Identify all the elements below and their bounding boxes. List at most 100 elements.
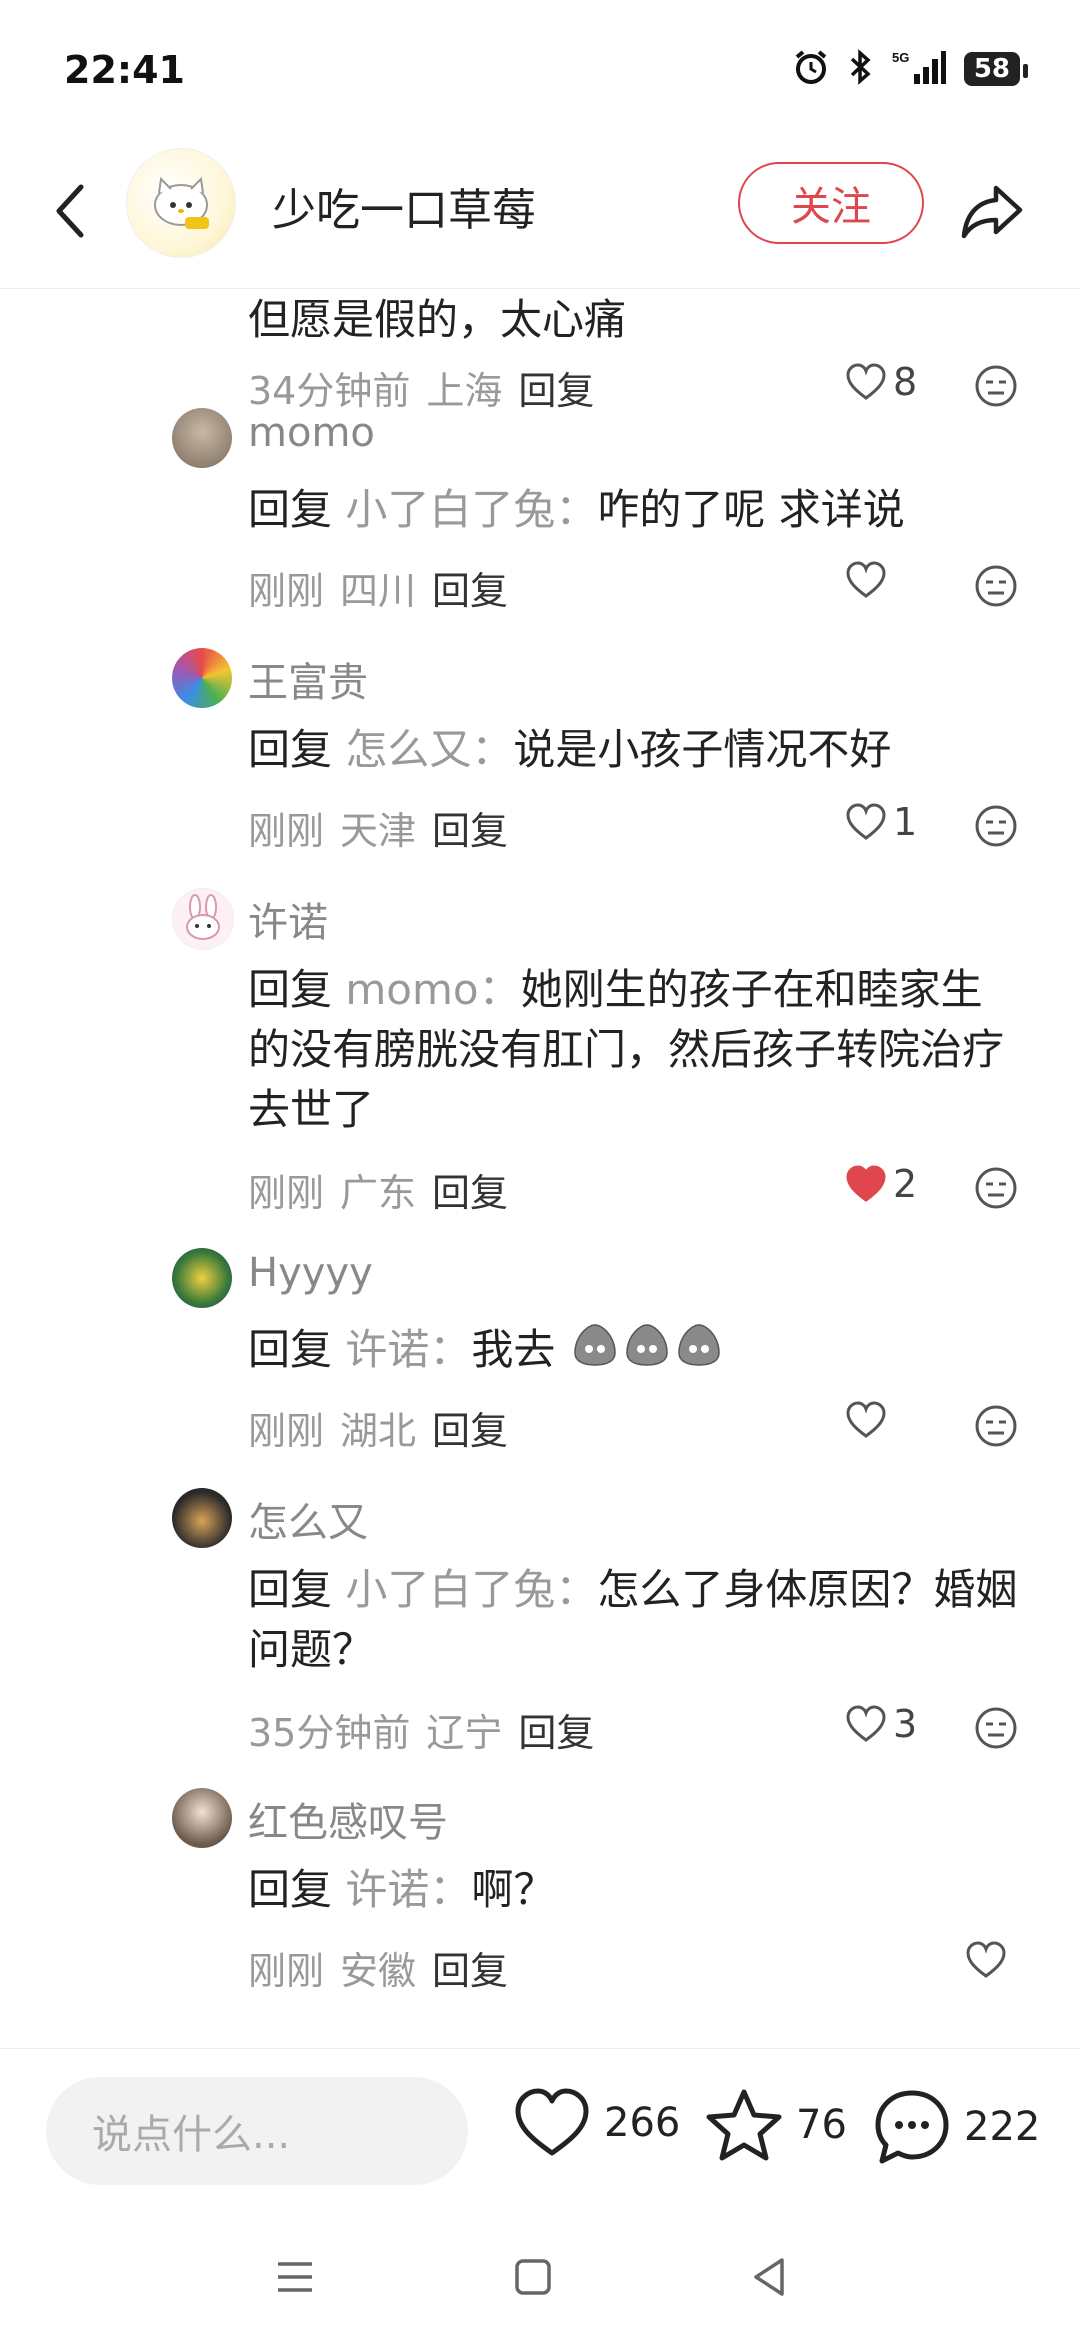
status-bar: 22:41 5G 58 [0,0,1080,140]
like-button[interactable]: 8 [845,360,917,404]
dislike-button[interactable] [974,1166,1018,1210]
share-icon [961,185,1023,239]
comment-meta: 刚刚 天津 回复 [248,800,508,855]
heart-icon [846,1401,886,1438]
like-button[interactable] [965,1940,1013,1980]
network-label: 5G [892,50,909,65]
post-comment-button[interactable]: 222 [872,2087,1040,2167]
avatar[interactable] [172,648,232,708]
avatar[interactable] [172,1488,232,1548]
comment-time: 34分钟前 [248,369,411,413]
reply-target[interactable]: 许诺： [345,1325,471,1374]
reply-button[interactable]: 回复 [432,560,508,615]
chevron-left-icon [56,184,84,238]
reply-target[interactable]: momo： [345,965,520,1014]
comment-location: 辽宁 [426,1711,503,1755]
page-title: 少吃一口草莓 [272,185,536,236]
dislike-button[interactable] [974,804,1018,848]
dislike-button[interactable] [974,364,1018,408]
comment-input[interactable]: 说点什么... [46,2077,468,2185]
back-button[interactable] [40,176,100,246]
commenter-name[interactable]: 红色感叹号 [248,1790,448,1848]
comment-meta: 刚刚 安徽 回复 [248,1940,508,1995]
comment-time: 刚刚 [248,1171,325,1215]
commenter-name[interactable]: 怎么又 [248,1490,368,1548]
system-nav-bar [0,2208,1080,2344]
comment-body: 回复 小了白了兔：怎么了身体原因？婚姻问题？ [248,1560,1018,1680]
post-like-count: 266 [604,2100,681,2146]
comment-location: 安徽 [340,1949,417,1993]
home-nav-button[interactable] [510,2254,556,2300]
avatar[interactable] [172,888,234,950]
post-like-button[interactable]: 266 [512,2087,680,2159]
post-comment-count: 222 [964,2104,1041,2150]
comment-meta: 刚刚 湖北 回复 [248,1400,508,1455]
reply-button[interactable]: 回复 [432,1162,508,1217]
reply-button[interactable]: 回复 [518,360,594,415]
comment-meta: 刚刚 广东 回复 [248,1162,508,1217]
comment-text: 啊？ [471,1865,556,1914]
back-triangle-icon [754,2258,784,2296]
reply-target[interactable]: 小了白了兔： [345,1565,597,1614]
avatar[interactable] [172,1788,232,1848]
heart-icon [846,363,886,400]
comment-location: 上海 [426,369,503,413]
back-nav-button[interactable] [746,2254,792,2300]
reply-prefix: 回复 [248,725,333,774]
commenter-name[interactable]: 王富贵 [248,650,368,708]
home-square-icon [515,2259,551,2295]
like-button[interactable]: 1 [845,800,917,844]
like-button[interactable] [845,1400,893,1440]
bluetooth-icon [848,48,874,90]
heart-icon [515,2088,589,2156]
avatar[interactable] [172,1248,232,1308]
reply-target[interactable]: 怎么又： [345,725,513,774]
star-icon [706,2089,782,2161]
reply-button[interactable]: 回复 [432,800,508,855]
dislike-button[interactable] [974,1706,1018,1750]
author-avatar[interactable] [126,148,236,258]
follow-button[interactable]: 关注 [738,162,924,244]
share-button[interactable] [956,174,1028,246]
comment-time: 刚刚 [248,809,325,853]
meh-face-icon [975,1707,1017,1749]
comment-time: 刚刚 [248,569,325,613]
header: 少吃一口草莓 关注 [0,140,1080,289]
reply-target[interactable]: 许诺： [345,1865,471,1914]
like-button[interactable]: 2 [845,1162,917,1206]
reply-button[interactable]: 回复 [518,1702,594,1757]
like-button[interactable] [845,560,893,600]
reply-target[interactable]: 小了白了兔： [345,485,597,534]
like-button[interactable]: 3 [845,1702,917,1746]
heart-icon [846,561,886,598]
comment-body: 回复 许诺：啊？ [248,1860,1018,1920]
signal-icon: 5G [892,48,946,90]
menu-nav-button[interactable] [272,2254,318,2300]
status-time: 22:41 [64,48,185,92]
comment-time: 刚刚 [248,1949,325,1993]
comment-time: 35分钟前 [248,1711,411,1755]
heart-icon [846,803,886,840]
dislike-button[interactable] [974,1404,1018,1448]
comment-body: 回复 怎么又：说是小孩子情况不好 [248,720,1018,780]
meh-face-icon [975,365,1017,407]
post-star-button[interactable]: 76 [704,2087,847,2163]
commenter-name[interactable]: momo [248,410,375,456]
comment-text: 我去 [471,1325,556,1374]
comment-location: 湖北 [340,1409,417,1453]
reply-prefix: 回复 [248,1565,333,1614]
menu-icon [278,2262,312,2292]
comment-list[interactable]: 但愿是假的，太心痛 34分钟前 上海 回复 8 momo 回复 小了白了兔：咋的… [0,288,1080,2048]
meh-face-icon [975,565,1017,607]
heart-icon [846,1705,886,1742]
reply-prefix: 回复 [248,1865,333,1914]
meh-face-icon [975,1167,1017,1209]
bunny-avatar-icon [186,894,220,940]
reply-button[interactable]: 回复 [432,1400,508,1455]
reply-button[interactable]: 回复 [432,1940,508,1995]
dislike-button[interactable] [974,564,1018,608]
avatar[interactable] [172,408,232,468]
commenter-name[interactable]: 许诺 [248,890,328,948]
commenter-name[interactable]: Hyyyy [248,1250,373,1296]
meh-face-icon [975,805,1017,847]
